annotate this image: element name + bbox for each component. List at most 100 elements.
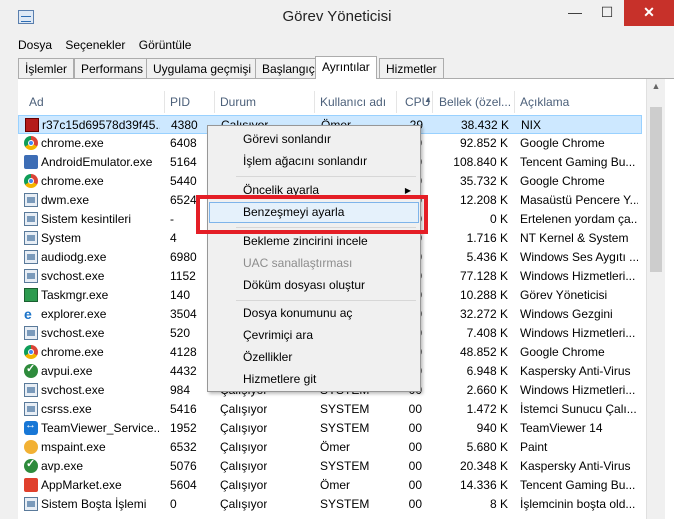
menu-item-analyze-wait-chain[interactable]: Bekleme zincirini incele: [209, 231, 419, 252]
menu-item-properties[interactable]: Özellikler: [209, 347, 419, 368]
menu-item-end-task[interactable]: Görevi sonlandır: [209, 129, 419, 150]
menu-file[interactable]: Dosya: [18, 36, 52, 54]
column-pid[interactable]: PID: [170, 95, 190, 109]
cell-name: r37c15d69578d39f45...: [42, 118, 160, 132]
cell-description: TeamViewer 14: [520, 421, 603, 435]
scrollbar-thumb[interactable]: [650, 107, 662, 272]
tab-performance[interactable]: Performans: [74, 58, 151, 78]
android-icon: [24, 155, 38, 169]
cell-pid: 1152: [170, 269, 196, 283]
window-icon: [24, 497, 38, 511]
avast-icon: [24, 459, 38, 473]
cell-name: Sistem kesintileri: [41, 212, 132, 226]
cell-memory: 77.128 K: [459, 269, 508, 283]
cell-description: Ertelenen yordam ça...: [520, 212, 638, 226]
taskmgr-icon: [24, 288, 38, 302]
column-name[interactable]: Ad: [29, 95, 44, 109]
tab-services[interactable]: Hizmetler: [379, 58, 444, 78]
table-row[interactable]: avp.exe 5076 Çalışıyor SYSTEM 00 20.348 K Kasp…: [18, 457, 642, 476]
table-row[interactable]: mspaint.exe 6532 Çalışıyor Ömer 00 5.680 K Pai…: [18, 438, 642, 457]
cell-name: AppMarket.exe: [41, 478, 122, 492]
cell-user: SYSTEM: [320, 421, 370, 435]
ie-icon: e: [24, 307, 32, 321]
cell-description: NIX: [521, 118, 542, 132]
cell-memory: 2.660 K: [466, 383, 508, 397]
cell-cpu: 00: [408, 497, 422, 511]
cell-description: Görev Yöneticisi: [520, 288, 608, 302]
cell-memory: 12.208 K: [459, 193, 508, 207]
cell-description: Google Chrome: [520, 345, 605, 359]
cell-name: svchost.exe: [41, 269, 105, 283]
scroll-up-icon[interactable]: ▲: [647, 81, 665, 91]
cell-description: Windows Hizmetleri...: [520, 269, 636, 283]
column-user[interactable]: Kullanıcı adı: [320, 95, 386, 109]
highlight-box: [196, 195, 428, 234]
cell-memory: 32.272 K: [459, 307, 508, 321]
window-icon: [24, 326, 38, 340]
window-icon: [24, 231, 38, 245]
tab-startup[interactable]: Başlangıç: [255, 58, 322, 78]
cell-description: Paint: [520, 440, 548, 454]
cell-pid: 984: [170, 383, 191, 397]
cell-description: Tencent Gaming Bu...: [520, 155, 636, 169]
cell-memory: 38.432 K: [460, 118, 509, 132]
table-row[interactable]: csrss.exe 5416 Çalışıyor SYSTEM 00 1.472 K İst…: [18, 400, 642, 419]
tab-processes[interactable]: İşlemler: [18, 58, 75, 78]
cell-pid: 5416: [170, 402, 197, 416]
cell-name: chrome.exe: [41, 174, 104, 188]
cell-memory: 5.436 K: [466, 250, 508, 264]
column-status[interactable]: Durum: [220, 95, 256, 109]
close-button[interactable]: ✕: [624, 0, 674, 26]
cell-memory: 1.716 K: [466, 231, 508, 245]
cell-name: TeamViewer_Service....: [41, 421, 159, 435]
window-icon: [24, 193, 38, 207]
cell-name: System: [41, 231, 82, 245]
cell-cpu: 00: [408, 459, 422, 473]
title-bar: Görev Yöneticisi — ☐ ✕: [0, 0, 674, 34]
menu-options[interactable]: Seçenekler: [65, 36, 125, 54]
cell-description: İstemci Sunucu Çalı...: [520, 402, 637, 416]
cell-pid: 5440: [170, 174, 197, 188]
vertical-scrollbar[interactable]: ▲: [646, 79, 665, 519]
minimize-button[interactable]: —: [560, 0, 590, 26]
cell-name: chrome.exe: [41, 136, 104, 150]
cell-memory: 35.732 K: [459, 174, 508, 188]
cell-name: Sistem Boşta İşlemi: [41, 497, 147, 511]
column-description[interactable]: Açıklama: [520, 95, 569, 109]
cell-pid: 6408: [170, 136, 197, 150]
table-row[interactable]: TeamViewer_Service.... 1952 Çalışıyor SYSTE…: [18, 419, 642, 438]
menu-item-create-dump-file[interactable]: Döküm dosyası oluştur: [209, 275, 419, 296]
cell-description: Windows Hizmetleri...: [520, 326, 636, 340]
cell-description: Windows Gezgini: [520, 307, 613, 321]
tab-app-history[interactable]: Uygulama geçmişi: [146, 58, 259, 78]
menu-item-open-file-location[interactable]: Dosya konumunu aç: [209, 303, 419, 324]
chrome-icon: [24, 345, 38, 359]
cell-memory: 0 K: [489, 212, 508, 226]
maximize-button[interactable]: ☐: [592, 0, 622, 26]
cell-name: Taskmgr.exe: [41, 288, 109, 302]
teamviewer-icon: [24, 421, 38, 435]
cell-pid: 4380: [171, 118, 198, 132]
cell-name: audiodg.exe: [41, 250, 107, 264]
cell-cpu: 00: [408, 421, 422, 435]
cell-memory: 7.408 K: [466, 326, 508, 340]
cell-status: Çalışıyor: [220, 421, 268, 435]
table-row[interactable]: Sistem Boşta İşlemi 0 Çalışıyor SYSTEM 00 8 K…: [18, 495, 642, 514]
cell-pid: 5076: [170, 459, 197, 473]
cell-user: Ömer: [320, 478, 350, 492]
appmarket-icon: [24, 478, 38, 492]
table-row[interactable]: AppMarket.exe 5604 Çalışıyor Ömer 00 14.336 K…: [18, 476, 642, 495]
menu-item-search-online[interactable]: Çevrimiçi ara: [209, 325, 419, 346]
cell-description: Windows Ses Aygıtı ...: [520, 250, 638, 264]
cell-memory: 108.840 K: [453, 155, 508, 169]
cell-memory: 20.348 K: [459, 459, 508, 473]
menu-item-end-process-tree[interactable]: İşlem ağacını sonlandır: [209, 151, 419, 172]
column-cpu[interactable]: CPU: [405, 95, 430, 109]
menu-item-go-to-services[interactable]: Hizmetlere git: [209, 369, 419, 390]
cell-name: avp.exe: [41, 459, 84, 473]
menu-view[interactable]: Görüntüle: [139, 36, 192, 54]
cell-description: İşlemcinin boşta old...: [520, 497, 636, 511]
cell-description: Masaüstü Pencere Y...: [520, 193, 638, 207]
tab-details[interactable]: Ayrıntılar: [315, 56, 377, 79]
column-memory[interactable]: Bellek (özel...: [439, 95, 511, 109]
